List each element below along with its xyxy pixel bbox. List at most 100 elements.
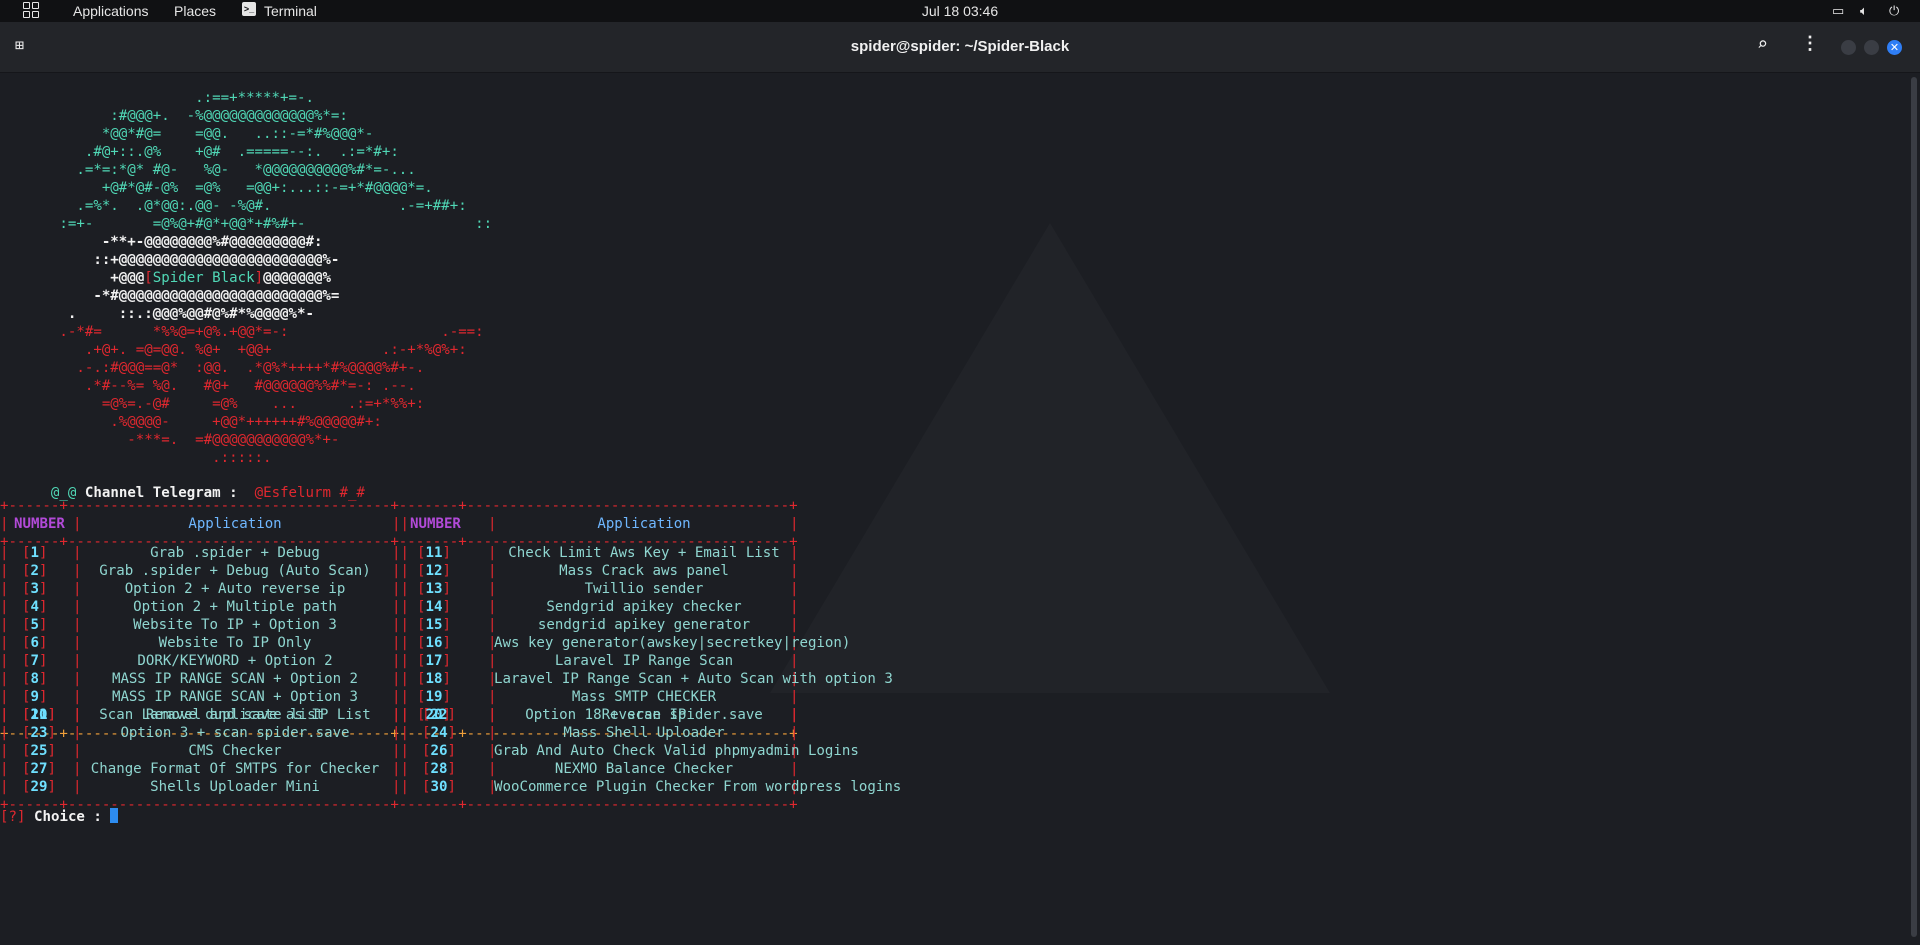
option-number: [19] xyxy=(417,688,451,706)
bracket: [ xyxy=(417,563,426,579)
banner-line: :#@@@+. -%@@@@@@@@@@@@@%*=: xyxy=(0,107,348,125)
text-span xyxy=(26,809,35,825)
option-number: [2] xyxy=(22,562,48,580)
banner-text: *@@*#@= =@@. ..::-=*#%@@@*- xyxy=(0,126,374,142)
table-border: +------+--------------------------------… xyxy=(0,498,798,514)
option-number: [9] xyxy=(22,688,48,706)
window-titlebar: ⊞ spider@spider: ~/Spider-Black ⌕ ⋮ ✕ xyxy=(0,22,1920,73)
scrollbar[interactable] xyxy=(1911,77,1917,937)
bracket: ] xyxy=(442,563,451,579)
table-pipe: || xyxy=(392,599,409,615)
column-header-number: NUMBER xyxy=(14,516,65,532)
option-label: Mass Crack aws panel xyxy=(559,563,729,579)
close-button[interactable]: ✕ xyxy=(1887,40,1902,55)
option-label: Option 2 + Multiple path xyxy=(133,599,337,615)
prompt-mark: ? xyxy=(8,809,18,825)
search-icon[interactable]: ⌕ xyxy=(1757,34,1768,55)
table-pipe: | xyxy=(0,617,9,633)
banner-text: =@%=.-@# =@% ... .:=+*%%+: xyxy=(0,396,425,412)
table-pipe: || xyxy=(392,563,409,579)
power-icon[interactable]: ⏻ xyxy=(1889,3,1899,19)
minimize-button[interactable] xyxy=(1841,40,1856,55)
option-number-value: 18 xyxy=(425,671,443,687)
table-pipe: || xyxy=(392,671,409,687)
option-label: MASS IP RANGE SCAN + Option 3 xyxy=(111,689,359,705)
bracket: [ xyxy=(22,779,31,795)
option-label: Shells Uploader Mini xyxy=(150,779,320,795)
column-header-application: Application xyxy=(188,516,282,532)
wallpaper-triangle xyxy=(770,223,1330,693)
bracket: [ xyxy=(417,635,426,651)
banner-line: -***=. =#@@@@@@@@@@@%*+- xyxy=(0,431,339,449)
banner-line: *@@*#@= =@@. ..::-=*#%@@@*- xyxy=(0,125,374,143)
option-number: [12] xyxy=(417,562,451,580)
banner-text: .:==+*****+=-. xyxy=(0,90,314,106)
bracket: ] xyxy=(442,689,451,705)
option-label: Laravel IP Range Scan xyxy=(554,653,734,669)
bracket: [ xyxy=(417,653,426,669)
option-number-value: 28 xyxy=(430,761,448,777)
bracket: ] xyxy=(447,779,456,795)
option-number: [3] xyxy=(22,580,48,598)
option-number: [24] xyxy=(422,724,456,742)
bracket: [ xyxy=(22,563,31,579)
choice-prompt[interactable]: [?] Choice : xyxy=(0,808,119,826)
option-label: Option 3 + scan spider.save xyxy=(120,725,350,741)
option-number-value: 11 xyxy=(425,545,443,561)
option-number-value: 2 xyxy=(30,563,40,579)
option-label: Option 18 + scan spider.save xyxy=(525,707,763,723)
bracket: ] xyxy=(447,707,456,723)
option-number-value: 9 xyxy=(30,689,40,705)
bracket: [ xyxy=(22,545,31,561)
banner-text: .=%*. .@*@@:.@@- -%@#. .-=+##+: xyxy=(0,198,467,214)
option-label: CMS Checker xyxy=(188,743,282,759)
option-label: Twillio sender xyxy=(584,581,704,597)
option-label: Check Limit Aws Key + Email List xyxy=(508,545,780,561)
bracket: ] xyxy=(442,545,451,561)
option-number: [1] xyxy=(22,544,48,562)
table-pipe: | xyxy=(0,743,9,759)
option-number-value: 15 xyxy=(425,617,443,633)
column-header-application: Application xyxy=(597,516,691,532)
bracket: ] xyxy=(447,743,456,759)
banner-line: +@#*@#-@% =@% =@@+:...::-=+*#@@@@*=. xyxy=(0,179,433,197)
volume-icon[interactable]: 🔈︎ xyxy=(1860,3,1868,19)
prompt-label: Choice : xyxy=(34,809,102,825)
bracket: [ xyxy=(22,635,31,651)
option-label: DORK/KEYWORD + Option 2 xyxy=(137,653,333,669)
option-number: [29] xyxy=(22,778,56,796)
bracket: [ xyxy=(22,581,31,597)
table-pipe: || xyxy=(392,725,409,741)
option-number-value: 24 xyxy=(430,725,448,741)
option-number-value: 13 xyxy=(425,581,443,597)
banner-line: -**+-@@@@@@@@%#@@@@@@@@@#: xyxy=(0,233,323,251)
banner-text: @@@@@@@% xyxy=(263,270,331,286)
clock[interactable]: Jul 18 03:46 xyxy=(0,3,1920,19)
option-number-value: 21 xyxy=(30,707,48,723)
table-pipe: | xyxy=(0,516,9,532)
option-label: Grab And Auto Check Valid phpmyadmin Log… xyxy=(494,743,859,759)
option-number-value: 16 xyxy=(425,635,443,651)
banner-text: .=*=:*@* #@- %@- *@@@@@@@@@@%#*=-... xyxy=(0,162,416,178)
terminal-output[interactable]: .:==+*****+=-. :#@@@+. -%@@@@@@@@@@@@@%*… xyxy=(0,73,1920,945)
option-label: Grab .spider + Debug xyxy=(150,545,320,561)
option-number: [16] xyxy=(417,634,451,652)
option-label: MASS IP RANGE SCAN + Option 2 xyxy=(111,671,359,687)
bracket: [ xyxy=(22,707,31,723)
menu-icon[interactable]: ⋮ xyxy=(1801,33,1819,54)
bracket: ] xyxy=(39,671,48,687)
table-pipe: | xyxy=(0,779,9,795)
option-number-value: 17 xyxy=(425,653,443,669)
option-number: [23] xyxy=(22,724,56,742)
maximize-button[interactable] xyxy=(1864,40,1879,55)
banner-text: :=+- =@%@+#@*+@@*+#%#+- :: xyxy=(0,216,493,232)
banner-text: -**+-@@@@@@@@%#@@@@@@@@@#: xyxy=(0,234,323,250)
display-icon[interactable]: ▭ xyxy=(1832,3,1844,19)
option-number: [25] xyxy=(22,742,56,760)
table-pipe: || xyxy=(392,617,409,633)
banner-line: =@%=.-@# =@% ... .:=+*%%+: xyxy=(0,395,424,413)
option-label: WooCommerce Plugin Checker From wordpres… xyxy=(494,779,902,795)
text-cursor[interactable] xyxy=(110,808,119,823)
table-pipe: | xyxy=(0,653,9,669)
bracket: ] xyxy=(39,617,48,633)
